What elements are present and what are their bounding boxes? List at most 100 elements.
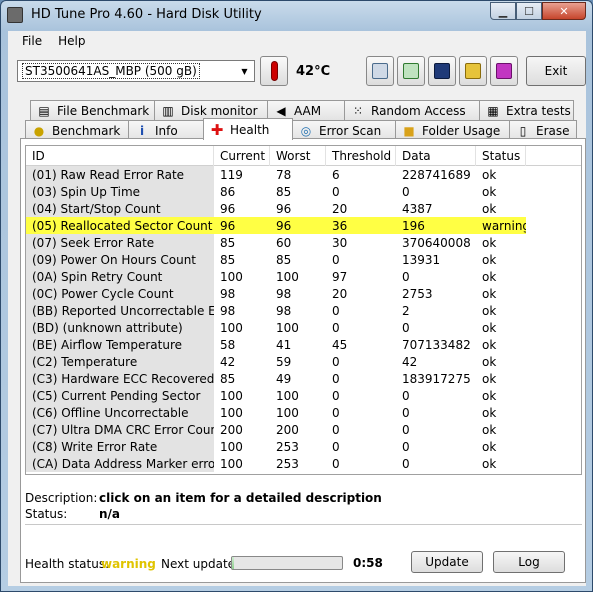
minimize-button[interactable]: ▁ [490,2,516,20]
app-window: HD Tune Pro 4.60 - Hard Disk Utility ▁ ☐… [0,0,593,592]
dice-icon: ⁙ [352,103,364,118]
table-row[interactable]: (0A) Spin Retry Count 100 100 97 0 ok [26,268,581,285]
cell-current: 85 [220,235,236,250]
cell-current: 98 [220,303,236,318]
cell-id: (04) Start/Stop Count [26,200,214,217]
column-header-data[interactable]: Data [396,146,476,166]
table-body: (01) Raw Read Error Rate 119 78 6 228741689 o… [26,166,581,472]
tab-erase[interactable]: ▯ Erase [509,120,577,140]
column-header-status[interactable]: Status [476,146,526,166]
table-row[interactable]: (0C) Power Cycle Count 98 98 20 2753 ok [26,285,581,302]
cell-data: 0 [402,456,410,471]
cell-worst: 253 [276,439,299,454]
wrench-icon [465,63,481,79]
maximize-button[interactable]: ☐ [516,2,542,20]
log-button[interactable]: Log [493,551,565,573]
tab-error-scan[interactable]: ◎ Error Scan [292,120,396,140]
cell-data: 0 [402,439,410,454]
cell-threshold: 0 [332,405,340,420]
column-header-current[interactable]: Current [214,146,270,166]
table-row[interactable]: (03) Spin Up Time 86 85 0 0 ok [26,183,581,200]
table-row[interactable]: (C6) Offline Uncorrectable 100 100 0 0 ok [26,404,581,421]
table-row[interactable]: (07) Seek Error Rate 85 60 30 370640008 ok [26,234,581,251]
table-row[interactable]: (04) Start/Stop Count 96 96 20 4387 ok [26,200,581,217]
cell-data: 0 [402,388,410,403]
table-row[interactable]: (BB) Reported Uncorrectable Errors 98 98 0 2… [26,302,581,319]
cell-data: 13931 [402,252,441,267]
cell-worst: 49 [276,371,292,386]
table-row[interactable]: (BE) Airflow Temperature 58 41 45 707133482 o… [26,336,581,353]
speaker-icon: ◀ [276,103,286,118]
tab-folder-usage[interactable]: ■ Folder Usage [395,120,510,140]
chevron-down-icon[interactable]: ▼ [237,63,252,79]
table-row[interactable]: (09) Power On Hours Count 85 85 0 13931 ok [26,251,581,268]
drive-select-value: ST3500641AS_MBP (500 gB) [22,63,200,79]
thermometer-icon [260,56,288,86]
table-row[interactable]: (05) Reallocated Sector Count 96 96 36 196 wa… [26,217,581,234]
column-header-threshold[interactable]: Threshold [326,146,396,166]
cell-current: 200 [220,422,243,437]
copy-text-button[interactable] [366,56,394,86]
cell-data: 707133482 [402,337,471,352]
table-row[interactable]: (01) Raw Read Error Rate 119 78 6 228741689 o… [26,166,581,183]
table-row[interactable]: (C7) Ultra DMA CRC Error Count 200 200 0 0 ok [26,421,581,438]
table-row[interactable]: (C5) Current Pending Sector 100 100 0 0 ok [26,387,581,404]
tab-aam[interactable]: ◀ AAM [267,100,345,120]
cell-data: 2 [402,303,410,318]
grid-icon: ▦ [487,103,499,118]
cell-threshold: 0 [332,456,340,471]
cell-worst: 78 [276,167,292,182]
tab-disk-monitor[interactable]: ▥ Disk monitor [154,100,268,120]
column-header-worst[interactable]: Worst [270,146,326,166]
table-row[interactable]: (C8) Write Error Rate 100 253 0 0 ok [26,438,581,455]
title-bar[interactable]: HD Tune Pro 4.60 - Hard Disk Utility ▁ ☐… [1,1,592,29]
cell-data: 0 [402,184,410,199]
cross-icon: ✚ [210,120,224,139]
cell-id: (0C) Power Cycle Count [26,285,214,302]
drive-select[interactable]: ST3500641AS_MBP (500 gB) ▼ [17,60,255,82]
tab-info[interactable]: i Info [128,120,204,140]
menu-file[interactable]: File [14,34,50,48]
cell-threshold: 0 [332,303,340,318]
menu-help[interactable]: Help [50,34,93,48]
window-title: HD Tune Pro 4.60 - Hard Disk Utility [31,7,262,22]
table-row[interactable]: (BD) (unknown attribute) 100 100 0 0 ok [26,319,581,336]
tab-file-benchmark[interactable]: ▤ File Benchmark [30,100,155,120]
cell-id: (0A) Spin Retry Count [26,268,214,285]
cell-worst: 59 [276,354,292,369]
tab-benchmark[interactable]: ● Benchmark [25,120,129,140]
cell-current: 119 [220,167,243,182]
update-button[interactable]: Update [411,551,483,573]
exit-button[interactable]: Exit [526,56,586,86]
table-row[interactable]: (C2) Temperature 42 59 0 42 ok [26,353,581,370]
save-button[interactable] [428,56,456,86]
cell-id: (C2) Temperature [26,353,214,370]
cell-current: 98 [220,286,236,301]
cell-worst: 85 [276,184,292,199]
cell-data: 42 [402,354,418,369]
copy-icon [372,63,388,79]
copy-screenshot-button[interactable] [397,56,425,86]
tab-extra-tests[interactable]: ▦ Extra tests [479,100,574,120]
cell-status: ok [482,201,497,216]
cell-status: ok [482,303,497,318]
column-header-id[interactable]: ID [26,146,214,166]
cell-data: 0 [402,422,410,437]
tab-row-top: ▤ File Benchmark ▥ Disk monitor ◀ AAM ⁙ Rand… [30,100,574,120]
download-button[interactable] [490,56,518,86]
table-row[interactable]: (CA) Data Address Marker errors 100 253 0 0 o… [26,455,581,472]
close-button[interactable]: ✕ [542,2,586,20]
cell-id: (05) Reallocated Sector Count [26,217,214,234]
options-button[interactable] [459,56,487,86]
cell-data: 4387 [402,201,433,216]
cell-status: ok [482,167,497,182]
description-value: click on an item for a detailed descript… [99,491,382,505]
table-row[interactable]: (C3) Hardware ECC Recovered 85 49 0 18391727… [26,370,581,387]
tab-health[interactable]: ✚ Health [203,118,293,140]
tab-random-access[interactable]: ⁙ Random Access [344,100,480,120]
cell-status: ok [482,286,497,301]
smart-table[interactable]: ID Current Worst Threshold Data Status (… [25,145,582,475]
cell-worst: 253 [276,456,299,471]
cell-current: 85 [220,252,236,267]
cell-status: ok [482,320,497,335]
